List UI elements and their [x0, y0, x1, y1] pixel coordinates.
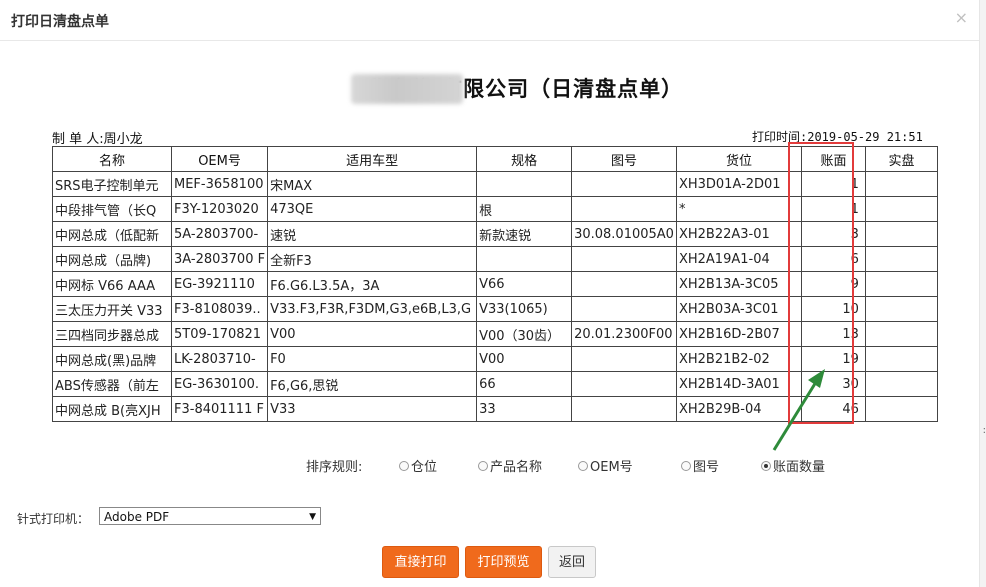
sort-option-oem[interactable]: OEM号 — [578, 456, 633, 475]
arrow-head — [808, 369, 825, 388]
radio-icon[interactable] — [578, 460, 588, 471]
sort-option-book-qty[interactable]: 账面数量 — [761, 456, 825, 475]
sort-option-location[interactable]: 仓位 — [399, 456, 437, 475]
printer-select[interactable]: Adobe PDF ▼ — [99, 507, 321, 525]
chevron-down-icon: ▼ — [309, 512, 316, 522]
preview-button[interactable]: 打印预览 — [465, 546, 542, 578]
radio-icon[interactable] — [478, 460, 488, 471]
radio-icon[interactable] — [399, 460, 409, 471]
radio-checked-icon[interactable] — [761, 460, 771, 471]
sort-option-product-name[interactable]: 产品名称 — [478, 456, 542, 475]
print-button[interactable]: 直接打印 — [382, 546, 459, 578]
sort-rule-label: 排序规则: — [306, 460, 363, 475]
radio-icon[interactable] — [681, 460, 691, 471]
printer-label: 针式打印机： — [17, 512, 90, 526]
back-button[interactable]: 返回 — [548, 546, 596, 578]
arrow-shaft — [772, 381, 818, 451]
sort-option-drawing-no[interactable]: 图号 — [681, 456, 719, 475]
annotation-arrow — [772, 369, 825, 451]
